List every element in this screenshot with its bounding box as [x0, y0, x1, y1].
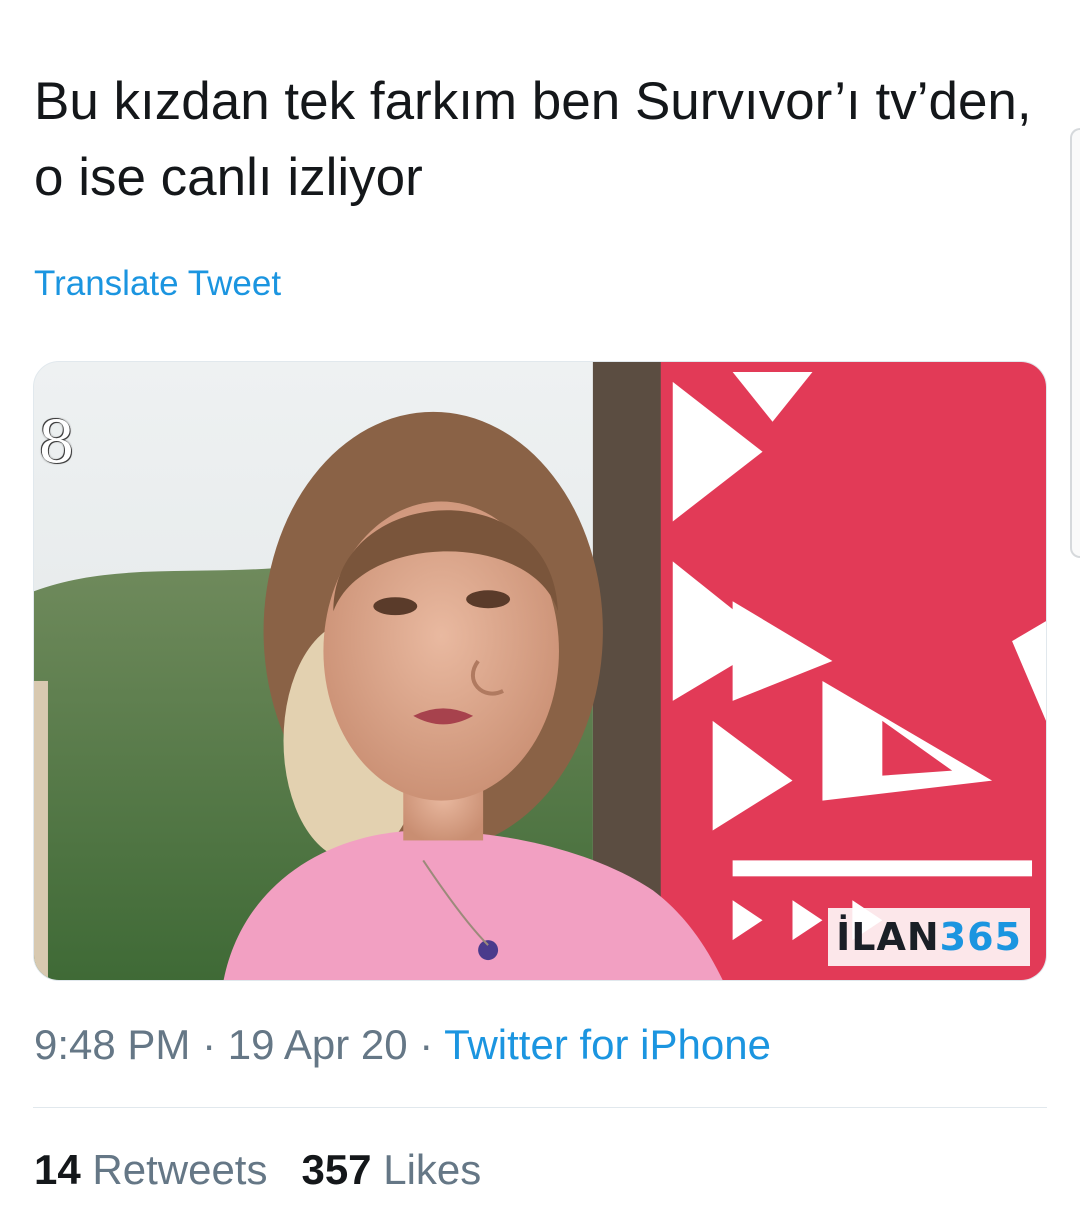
likes-label: Likes: [383, 1146, 482, 1193]
scrollbar-edge[interactable]: [1070, 128, 1080, 558]
retweets-count: 14: [34, 1146, 81, 1193]
watermark-suffix: 365: [939, 915, 1022, 959]
meta-separator: ·: [407, 1021, 445, 1068]
channel-logo: 8: [38, 408, 75, 476]
photo-illustration: [34, 362, 1046, 980]
retweets-label: Retweets: [92, 1146, 268, 1193]
tweet-media-photo[interactable]: 8 İLAN365: [33, 361, 1047, 981]
tweet-stats: 14 Retweets 357 Likes: [34, 1143, 481, 1197]
meta-separator: ·: [190, 1021, 228, 1068]
divider: [33, 1107, 1047, 1108]
tweet-time[interactable]: 9:48 PM: [34, 1021, 190, 1068]
likes-stat[interactable]: 357 Likes: [301, 1146, 481, 1193]
translate-tweet-link[interactable]: Translate Tweet: [34, 262, 281, 306]
retweets-stat[interactable]: 14 Retweets: [34, 1146, 267, 1193]
tweet-source-link[interactable]: Twitter for iPhone: [444, 1021, 771, 1068]
tweet-meta: 9:48 PM · 19 Apr 20 · Twitter for iPhone: [34, 1018, 771, 1072]
tweet-date[interactable]: 19 Apr 20: [228, 1021, 408, 1068]
tweet-text: Bu kızdan tek farkım ben Survıvor’ı tv’d…: [34, 72, 1032, 207]
watermark-prefix: İLAN: [836, 915, 940, 959]
watermark-ilan365: İLAN365: [828, 908, 1030, 966]
likes-count: 357: [301, 1146, 372, 1193]
